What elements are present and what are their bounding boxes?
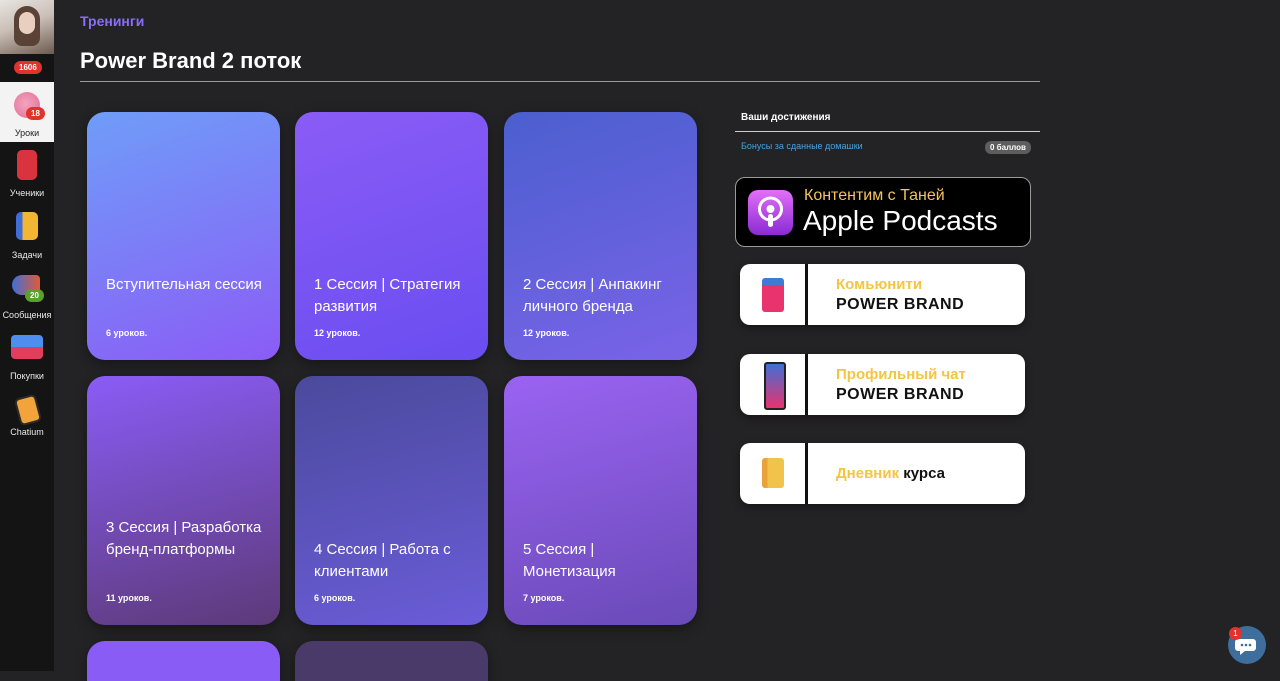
notebook-icon xyxy=(762,458,784,488)
profile-chat-label: Профильный чат xyxy=(836,366,966,383)
card-title: 4 Сессия | Работа с клиентами xyxy=(314,541,451,580)
messages-badge: 20 xyxy=(25,289,44,302)
course-card-partial[interactable] xyxy=(295,641,488,681)
sidebar-item-lessons[interactable]: 18 Уроки xyxy=(0,82,54,142)
podcast-subtitle: Контентим с Таней xyxy=(804,187,945,204)
course-card[interactable]: 5 Сессия | Монетизация 7 уроков. xyxy=(504,376,697,625)
page-title: Power Brand 2 поток xyxy=(80,48,302,73)
notebook-icon xyxy=(16,212,38,240)
card-title: 3 Сессия | Разработка бренд-платформы xyxy=(106,519,262,558)
sidebar-item-messages[interactable]: 20 Сообщения xyxy=(0,270,54,326)
community-brand: POWER BRAND xyxy=(836,296,965,313)
button-divider xyxy=(805,443,808,504)
title-divider xyxy=(80,81,1040,82)
card-title: 2 Сессия | Анпакинг личного бренда xyxy=(523,276,662,315)
community-label: Комьюнити xyxy=(836,276,923,293)
avatar-face xyxy=(19,12,35,34)
card-lesson-count: 12 уроков. xyxy=(314,328,361,338)
sidebar-item-label: Задачи xyxy=(11,250,43,260)
course-card[interactable]: 2 Сессия | Анпакинг личного бренда 12 ур… xyxy=(504,112,697,360)
card-lesson-count: 11 уроков. xyxy=(106,593,152,603)
profile-badge: 1606 xyxy=(14,61,42,74)
lessons-badge: 18 xyxy=(26,107,45,120)
community-button[interactable]: Комьюнити POWER BRAND xyxy=(740,264,1025,325)
sidebar-item-label: Сообщения xyxy=(2,310,52,320)
button-divider xyxy=(805,264,808,325)
cash-register-icon xyxy=(11,335,43,359)
course-card[interactable]: 4 Сессия | Работа с клиентами 6 уроков. xyxy=(295,376,488,625)
card-lesson-count: 6 уроков. xyxy=(314,593,356,603)
course-card-partial[interactable] xyxy=(87,641,280,681)
profile-chat-brand: POWER BRAND xyxy=(836,386,965,403)
diary-rest: курса xyxy=(903,465,945,482)
diary-highlight: Дневник xyxy=(836,465,900,482)
sidebar-item-chatium[interactable]: Chatium xyxy=(0,392,54,442)
diary-label: Дневник курса xyxy=(836,465,945,482)
card-title: 1 Сессия | Стратегия развития xyxy=(314,276,461,315)
sidebar-item-students[interactable]: Ученики xyxy=(0,146,54,202)
bonus-link[interactable]: Бонусы за сданные домашки xyxy=(741,141,863,151)
points-badge: 0 баллов xyxy=(985,141,1031,154)
sidebar: 1606 18 Уроки Ученики Задачи 20 Сообщени… xyxy=(0,0,54,671)
card-lesson-count: 12 уроков. xyxy=(523,328,570,338)
chat-badge: 1 xyxy=(1229,627,1242,640)
mailbox-icon xyxy=(17,150,37,180)
card-lesson-count: 6 уроков. xyxy=(106,328,148,338)
button-divider xyxy=(805,354,808,415)
breadcrumb[interactable]: Тренинги xyxy=(80,13,144,29)
sidebar-item-tasks[interactable]: Задачи xyxy=(0,208,54,264)
phone-icon xyxy=(13,393,43,427)
sidebar-item-label: Покупки xyxy=(10,371,44,381)
podcast-banner[interactable]: Контентим с Таней Apple Podcasts xyxy=(735,177,1031,247)
podcast-icon xyxy=(748,190,793,235)
course-card[interactable]: Вступительная сессия 6 уроков. xyxy=(87,112,280,360)
achievements-divider xyxy=(735,131,1040,132)
sidebar-item-label: Chatium xyxy=(10,427,44,437)
card-lesson-count: 7 уроков. xyxy=(523,593,565,603)
course-card[interactable]: 1 Сессия | Стратегия развития 12 уроков. xyxy=(295,112,488,360)
sidebar-item-label: Ученики xyxy=(9,188,45,198)
sidebar-item-purchases[interactable]: Покупки xyxy=(0,331,54,387)
profile-chat-button[interactable]: Профильный чат POWER BRAND xyxy=(740,354,1025,415)
podcast-title: Apple Podcasts xyxy=(803,205,998,236)
card-title: 5 Сессия | Монетизация xyxy=(523,541,616,580)
phone-icon xyxy=(764,362,786,410)
achievements-title: Ваши достижения xyxy=(741,112,831,123)
course-card[interactable]: 3 Сессия | Разработка бренд-платформы 11… xyxy=(87,376,280,625)
diary-button[interactable]: Дневник курса xyxy=(740,443,1025,504)
avatar[interactable] xyxy=(0,0,54,54)
sidebar-item-label: Уроки xyxy=(14,128,40,138)
pencil-cup-icon xyxy=(762,278,784,312)
card-title: Вступительная сессия xyxy=(106,276,262,293)
